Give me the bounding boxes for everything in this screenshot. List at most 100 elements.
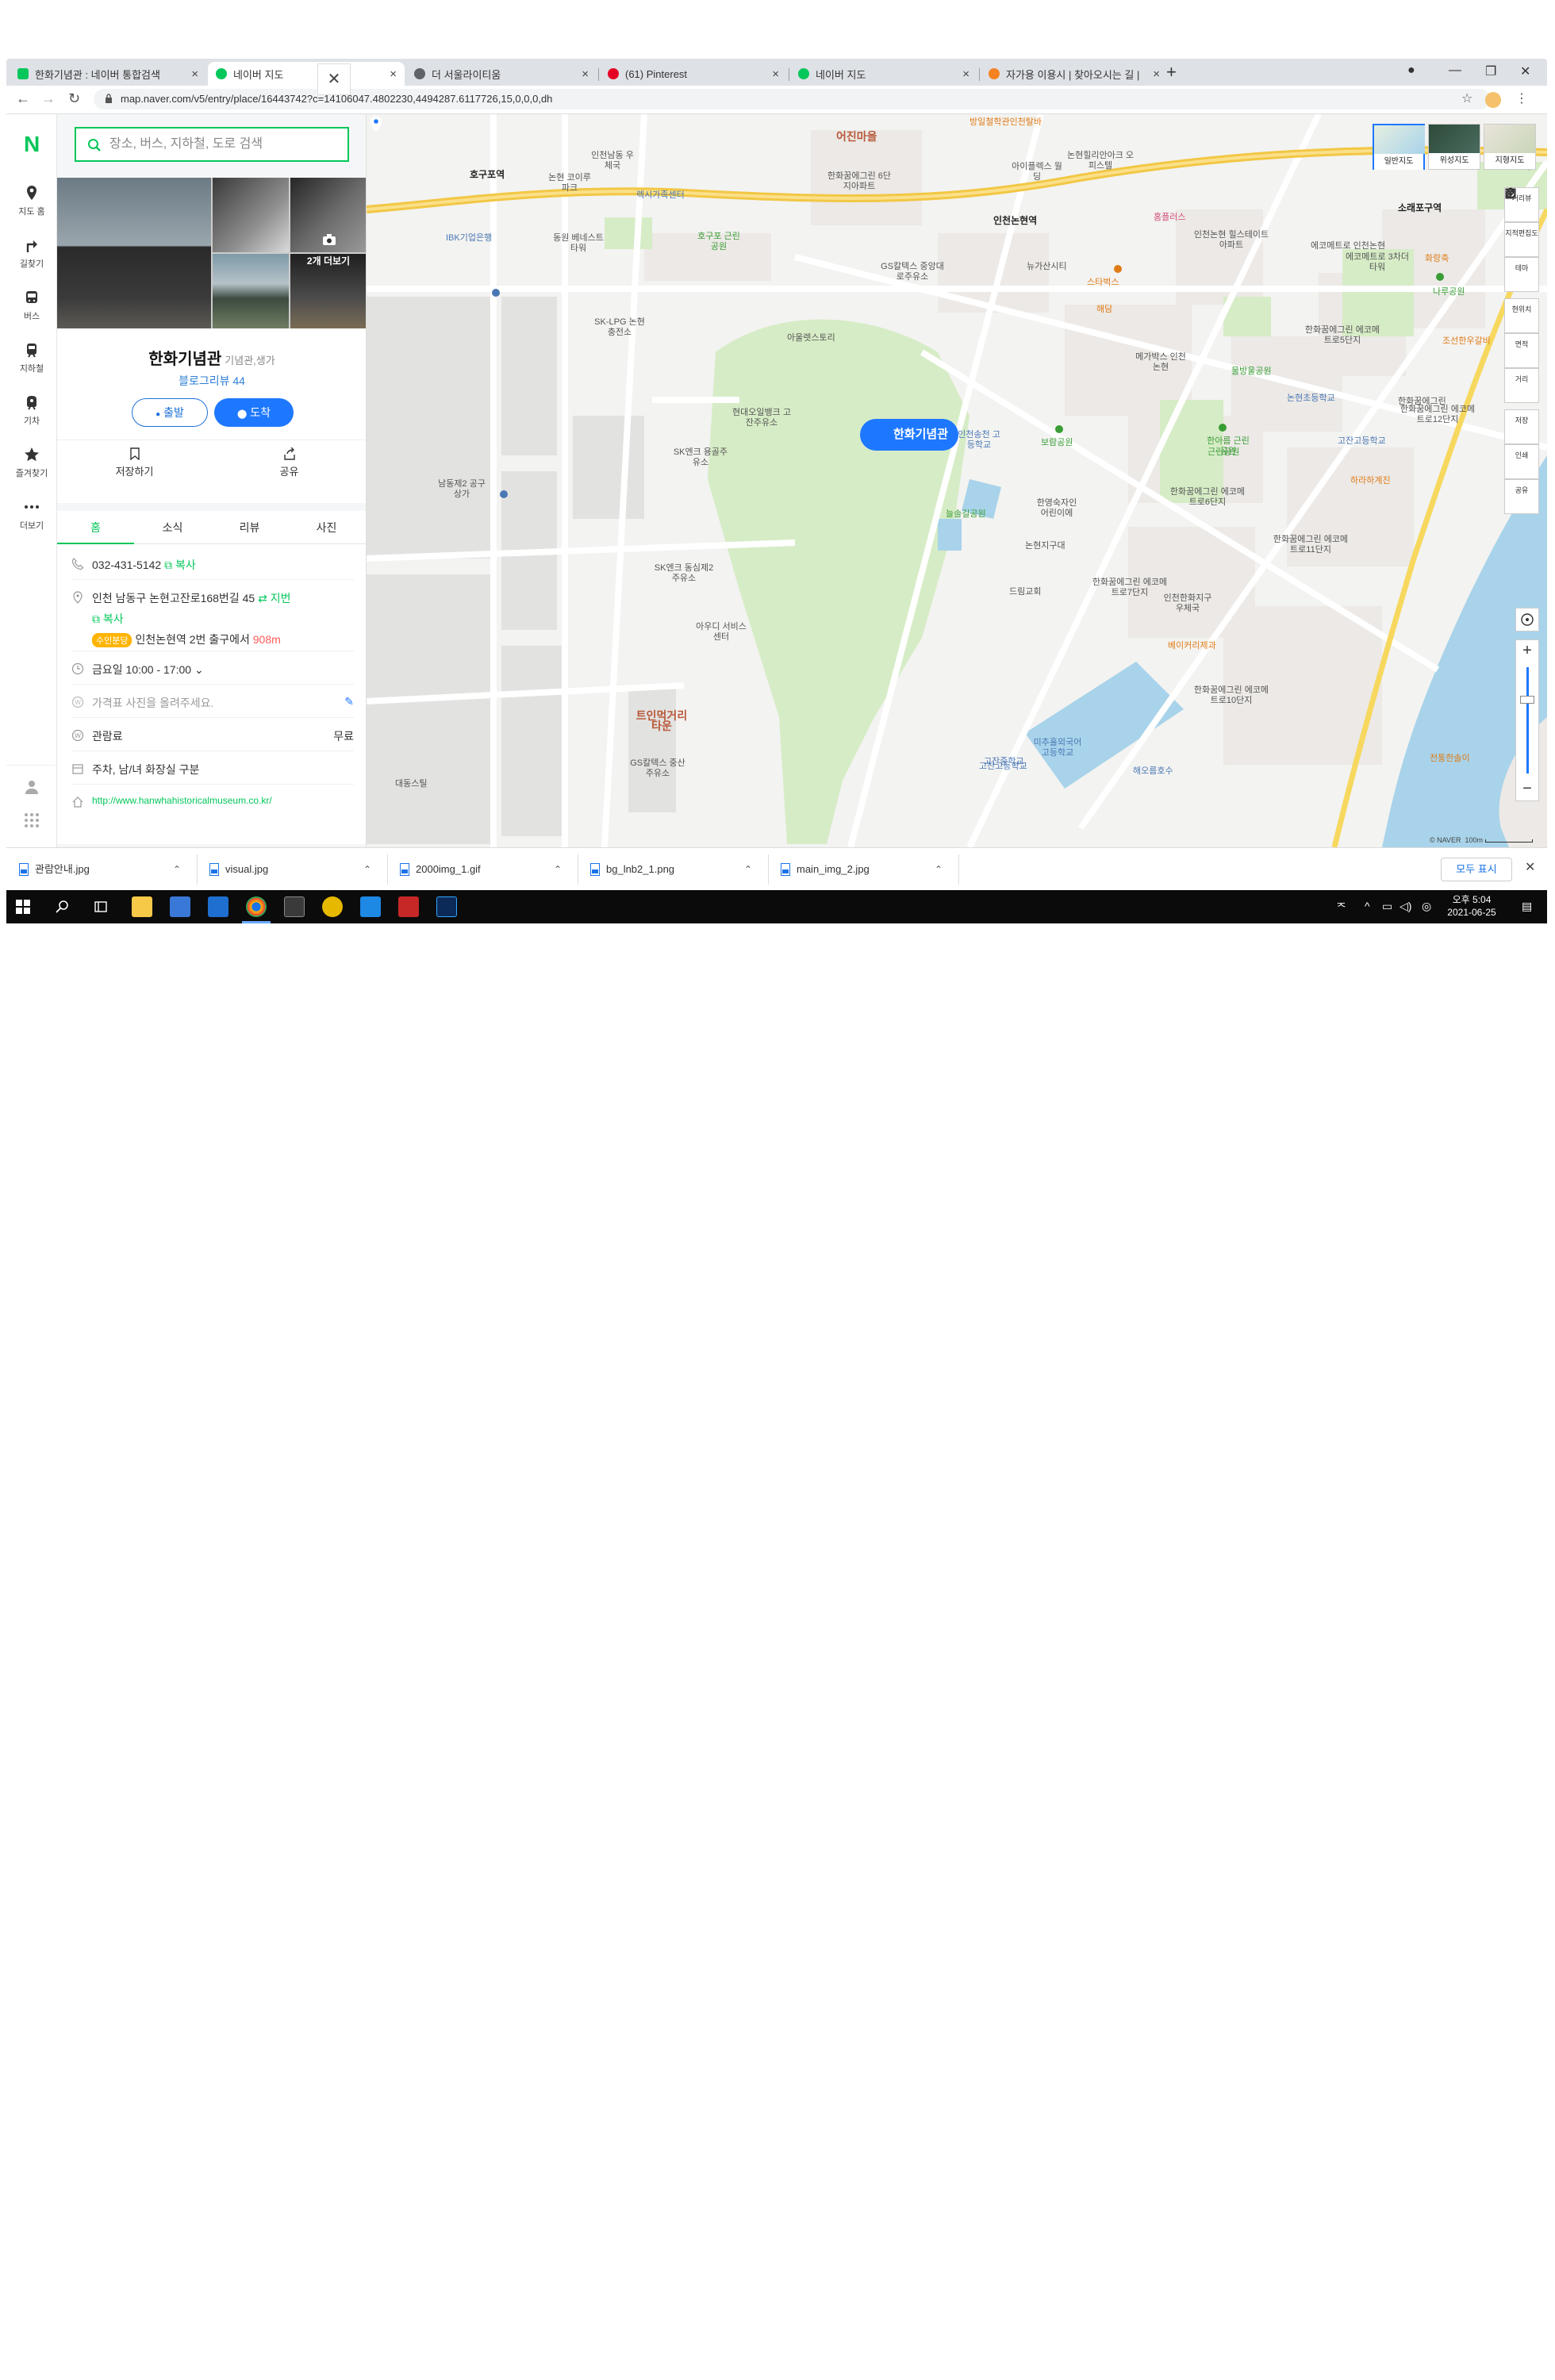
zoom-in-button[interactable]: + xyxy=(1516,642,1538,660)
user-icon[interactable] xyxy=(24,779,40,795)
map-label[interactable]: 한화꿈에그린 에코메트로12단지 xyxy=(1398,405,1477,425)
copy-phone-button[interactable]: ⧉ 복사 xyxy=(164,559,196,571)
nav-subway[interactable]: 지하철 xyxy=(6,341,57,374)
photos-icon[interactable] xyxy=(284,896,305,917)
cafe-poi-icon[interactable] xyxy=(1114,265,1122,273)
map-label[interactable]: 조선한우갈비 xyxy=(1442,336,1491,347)
more-photos-link[interactable]: 2개 더보기 xyxy=(290,254,366,267)
map-label[interactable]: 인천논현역 xyxy=(993,216,1037,226)
download-item[interactable]: main_img_2.jpg ⌃ xyxy=(776,861,950,878)
map-label[interactable]: 보람공원 xyxy=(1041,438,1073,448)
map-label[interactable]: 물방울공원 xyxy=(1231,367,1272,377)
blog-review-link[interactable]: 블로그리뷰 44 xyxy=(57,373,366,389)
copy-address-button[interactable]: ⧉ 복사 xyxy=(92,611,354,627)
profile-dropdown-icon[interactable]: ● xyxy=(1407,63,1415,78)
map-label[interactable]: 트인먹거리 타운 xyxy=(630,710,693,731)
minimize-icon[interactable]: — xyxy=(1449,63,1461,78)
place-photo[interactable] xyxy=(213,178,289,252)
map-label[interactable]: 근린공원 xyxy=(1208,447,1239,458)
nav-more[interactable]: 더보기 xyxy=(6,498,57,532)
map-label[interactable]: 인천남동 우체국 xyxy=(589,151,636,171)
chevron-up-icon[interactable]: ⌃ xyxy=(173,861,181,878)
map-label[interactable]: SK엔크 용골주유소 xyxy=(673,447,728,468)
distance-measure-button[interactable]: 거리 xyxy=(1504,188,1539,403)
sticky-app-icon[interactable] xyxy=(322,896,343,917)
map-label[interactable]: 호구포역 xyxy=(470,170,505,180)
map-label[interactable]: 화랑축 xyxy=(1425,254,1449,264)
tab-reviews[interactable]: 리뷰 xyxy=(211,511,288,544)
map-label[interactable]: 한영숙자인 어린이에 xyxy=(1033,498,1081,519)
map-label[interactable]: 아울렛스토리 xyxy=(787,333,835,344)
naver-logo[interactable]: N xyxy=(24,132,40,157)
map-label[interactable]: 한화꿈에그린 에코메트로11단지 xyxy=(1271,535,1350,555)
store-icon[interactable] xyxy=(170,896,190,917)
back-icon[interactable]: ← xyxy=(16,90,30,107)
system-clock[interactable]: 오후 5:04 2021-06-25 xyxy=(1444,893,1499,919)
search-icon[interactable] xyxy=(56,900,70,914)
map-canvas[interactable]: 호구포역 인천논현역 소래포구역 어진마을 한화꿈에그린 6단지아파트 아이플렉… xyxy=(367,114,1547,847)
map-label[interactable]: 드림교회 xyxy=(1009,587,1041,597)
tab-naver-map-2[interactable]: 네이버 지도 × xyxy=(790,62,977,86)
status-icon[interactable]: ◎ xyxy=(1422,900,1431,913)
show-all-downloads-button[interactable]: 모두 표시 xyxy=(1441,858,1512,881)
map-label[interactable]: 한화꿈에그린 xyxy=(1398,397,1446,407)
photoshop-icon[interactable] xyxy=(436,896,457,917)
map-label[interactable]: 논현초등학교 xyxy=(1287,393,1335,404)
url-bar[interactable]: map.naver.com/v5/entry/place/16443742?c=… xyxy=(94,89,1490,109)
map-label[interactable]: IBK기업은행 xyxy=(446,233,492,244)
downloads-close-icon[interactable]: ✕ xyxy=(1525,859,1535,875)
park-poi-icon[interactable] xyxy=(1219,424,1227,432)
depart-button[interactable]: ● 출발 xyxy=(132,398,208,427)
map-label[interactable]: 해담 xyxy=(1096,305,1112,315)
tray-expand-icon[interactable]: ^ xyxy=(1365,900,1370,912)
map-label[interactable]: 아우디 서비스센터 xyxy=(693,622,749,643)
edit-pencil-icon[interactable]: ✎ xyxy=(344,695,354,708)
map-label[interactable]: 나루공원 xyxy=(1433,287,1465,298)
map-label[interactable]: GS칼텍스 중앙대로주유소 xyxy=(879,262,946,282)
map-label[interactable]: 한화꿈에그린 에코메트로6단지 xyxy=(1168,487,1247,508)
website-link[interactable]: http://www.hanwhahistoricalmuseum.co.kr/ xyxy=(92,795,354,806)
tab-pinterest[interactable]: (61) Pinterest × xyxy=(600,62,787,86)
price-photo-row[interactable]: W 가격표 사진을 올려주세요. ✎ xyxy=(71,695,354,711)
download-item[interactable]: bg_lnb2_1.png ⌃ xyxy=(586,861,760,878)
map-label[interactable]: 뉴가산시티 xyxy=(1027,262,1067,272)
chevron-up-icon[interactable]: ⌃ xyxy=(363,861,371,878)
place-photo[interactable] xyxy=(213,254,289,328)
panel-close-button[interactable]: ✕ xyxy=(317,63,351,95)
map-label[interactable]: 전통한솔이 xyxy=(1430,754,1470,764)
windows-start-icon[interactable] xyxy=(16,900,30,914)
tab-naver-search[interactable]: 한화기념관 : 네이버 통합검색 × xyxy=(10,62,206,86)
forward-icon[interactable]: → xyxy=(41,90,56,107)
phone-number[interactable]: 032-431-5142 xyxy=(92,559,161,571)
nav-directions[interactable]: 길찾기 xyxy=(6,236,57,270)
tab-home[interactable]: 홈 xyxy=(57,511,134,544)
park-poi-icon[interactable] xyxy=(1055,425,1063,433)
map-label[interactable]: 방일철학관인천탈바 xyxy=(969,117,1042,128)
save-map-button[interactable]: 저장 xyxy=(1504,189,1539,444)
map-label[interactable]: 남동제2 공구상가 xyxy=(438,479,486,500)
zoom-slider-handle[interactable] xyxy=(1520,696,1534,704)
map-label[interactable]: 현대오일뱅크 고잔주유소 xyxy=(730,408,793,428)
chevron-up-icon[interactable]: ⌃ xyxy=(744,861,752,878)
menu-dots-icon[interactable]: ⋮ xyxy=(1515,90,1528,106)
chrome-icon[interactable] xyxy=(246,896,267,917)
filezilla-icon[interactable] xyxy=(398,896,419,917)
tab-close-icon[interactable]: × xyxy=(582,67,589,81)
map-label[interactable]: 스타벅스 xyxy=(1087,278,1119,288)
share-button[interactable]: 공유 xyxy=(212,447,366,478)
place-marker[interactable]: 한화기념관 xyxy=(860,419,958,451)
tab-close-icon[interactable]: × xyxy=(390,67,397,81)
network-icon[interactable]: ▭ xyxy=(1382,900,1392,913)
nav-map-home[interactable]: 지도 홈 xyxy=(6,184,57,217)
map-label[interactable]: 늘솔길공원 xyxy=(946,509,986,520)
map-label[interactable]: 인천한화지구 우체국 xyxy=(1160,593,1215,614)
tab-news[interactable]: 소식 xyxy=(134,511,211,544)
map-label[interactable]: GS칼텍스 중산주유소 xyxy=(630,758,685,779)
tab-close-icon[interactable]: × xyxy=(962,67,969,81)
tab-close-icon[interactable]: × xyxy=(1153,67,1160,81)
window-close-icon[interactable]: ✕ xyxy=(1520,63,1530,79)
volume-icon[interactable]: ◁) xyxy=(1400,900,1411,913)
task-view-icon[interactable] xyxy=(94,900,108,914)
print-button[interactable]: 인쇄 xyxy=(1504,188,1539,479)
search-input[interactable]: 장소, 버스, 지하철, 도로 검색 xyxy=(75,127,349,162)
